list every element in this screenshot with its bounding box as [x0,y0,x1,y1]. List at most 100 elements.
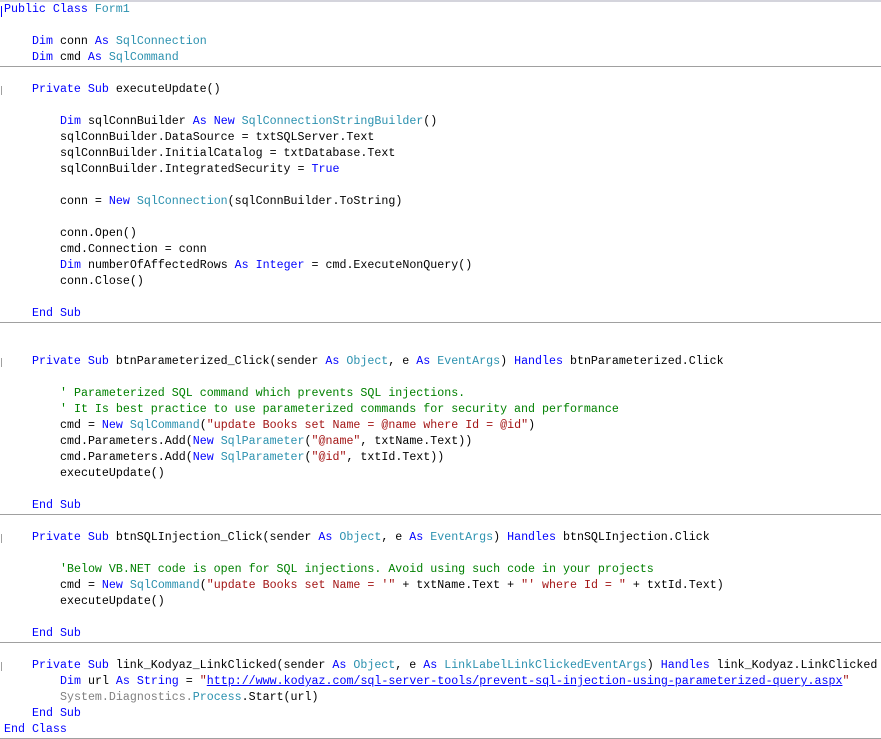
code-token: sqlConnBuilder.DataSource = txtSQLServer… [60,131,375,144]
code-token: link_Kodyaz_LinkClicked(sender [115,659,333,672]
code-line: conn.Close() [60,274,144,290]
code-line: Private Sub executeUpdate() [32,82,221,98]
code-token: cmd = [60,419,102,432]
code-line: End Class [4,722,67,738]
code-token: btnParameterized_Click(sender [115,355,326,368]
code-line: cmd = New SqlCommand("update Books set N… [60,578,724,594]
code-token: btnSQLInjection_Click(sender [115,531,319,544]
keyword-token: End Class [4,723,67,736]
code-token: btnSQLInjection.Click [562,531,710,544]
string-token: "update Books set Name = @name where Id … [206,419,529,432]
code-token: executeUpdate() [60,467,165,480]
namespace-token: System.Diagnostics. [60,691,193,704]
code-token: conn = [60,195,109,208]
keyword-token: Dim [60,675,81,688]
code-line: ' It Is best practice to use parameteriz… [60,402,619,418]
code-token: .Start(url) [241,691,319,704]
code-token: , txtName.Text)) [360,435,473,448]
keyword-token: New [101,579,130,592]
code-line: Private Sub btnSQLInjection_Click(sender… [32,530,710,546]
type-token: SqlCommand [108,51,179,64]
code-line: Private Sub btnParameterized_Click(sende… [32,354,724,370]
type-token: SqlConnection [115,35,207,48]
code-line: Dim url As String = "http://www.kodyaz.c… [60,674,849,690]
code-token: sqlConnBuilder [87,115,193,128]
type-token: SqlCommand [129,419,200,432]
keyword-token: Dim [32,51,53,64]
keyword-token: Private Sub [32,83,116,96]
string-token: "@id" [311,451,347,464]
code-token: ( [199,419,207,432]
outline-marker [1,662,2,671]
keyword-token: End Sub [32,307,81,320]
keyword-token: True [311,163,340,176]
keyword-token: Public Class [4,3,95,16]
code-line: Dim cmd As SqlCommand [32,50,179,66]
code-editor[interactable]: Public Class Form1 Dim conn As SqlConnect… [0,0,881,739]
code-line: sqlConnBuilder.InitialCatalog = txtDatab… [60,146,395,162]
code-line: sqlConnBuilder.IntegratedSecurity = True [60,162,339,178]
code-token: () [423,115,438,128]
keyword-token: Private Sub [32,355,116,368]
code-line: sqlConnBuilder.DataSource = txtSQLServer… [60,130,374,146]
type-token: EventArgs [437,355,501,368]
string-token: "' where Id = " [521,579,626,592]
keyword-token: As [416,355,438,368]
code-token: ) [500,355,515,368]
keyword-token: As [87,51,109,64]
code-token: + txtName.Text + [395,579,522,592]
type-token: SqlCommand [129,579,200,592]
keyword-token: Handles [514,355,570,368]
url-link[interactable]: http://www.kodyaz.com/sql-server-tools/p… [207,675,843,688]
code-line: End Sub [32,626,81,642]
code-token: sqlConnBuilder.InitialCatalog = txtDatab… [60,147,396,160]
method-separator [0,66,881,67]
code-token: cmd = [60,579,102,592]
code-line: Dim conn As SqlConnection [32,34,207,50]
code-token: numberOfAffectedRows [87,259,235,272]
keyword-token: As String [115,675,179,688]
keyword-token: Private Sub [32,659,116,672]
code-line: Dim sqlConnBuilder As New SqlConnectionS… [60,114,437,130]
keyword-token: New [192,451,221,464]
code-line: cmd.Connection = conn [60,242,207,258]
string-token: " [842,675,850,688]
code-token: executeUpdate() [115,83,221,96]
comment-token: ' Parameterized SQL command which preven… [60,387,466,400]
code-line: Public Class Form1 [4,2,130,18]
keyword-token: New [192,435,221,448]
keyword-token: End Sub [32,707,81,720]
type-token: Object [339,531,382,544]
code-line: Private Sub link_Kodyaz_LinkClicked(send… [32,658,877,674]
keyword-token: Handles [507,531,563,544]
code-token: cmd [59,51,88,64]
code-line: conn = New SqlConnection(sqlConnBuilder.… [60,194,402,210]
method-separator [0,642,881,643]
comment-token: ' It Is best practice to use parameteriz… [60,403,619,416]
code-line: executeUpdate() [60,466,165,482]
code-token: conn [59,35,95,48]
type-token: SqlConnection [136,195,228,208]
keyword-token: As [318,531,340,544]
keyword-token: As [423,659,445,672]
keyword-token: As Integer [234,259,305,272]
keyword-token: Dim [60,259,81,272]
code-token: url [87,675,116,688]
code-token: = cmd.ExecuteNonQuery() [304,259,473,272]
outline-marker [1,358,2,367]
type-token: SqlParameter [220,451,305,464]
comment-token: 'Below VB.NET code is open for SQL injec… [60,563,654,576]
code-line: End Sub [32,498,81,514]
keyword-token: As [409,531,431,544]
keyword-token: As [325,355,347,368]
code-line: conn.Open() [60,226,137,242]
code-token: ) [493,531,508,544]
code-token: ) [528,419,536,432]
keyword-token: New [108,195,137,208]
code-token: ( [199,579,207,592]
code-line: 'Below VB.NET code is open for SQL injec… [60,562,654,578]
type-token: Process [192,691,242,704]
code-line: ' Parameterized SQL command which preven… [60,386,465,402]
keyword-token: As [94,35,116,48]
code-token: ) [646,659,661,672]
